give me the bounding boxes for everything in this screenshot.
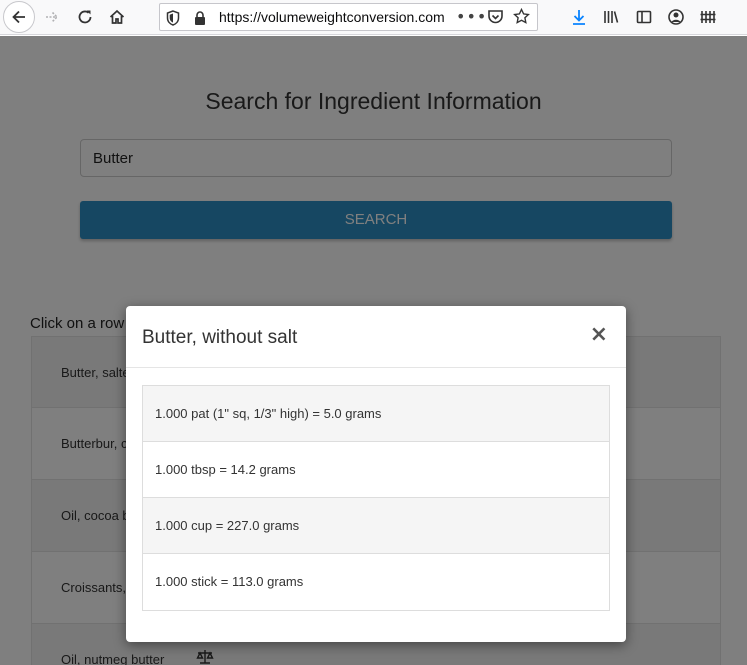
conversion-row: 1.000 cup = 227.0 grams	[143, 498, 609, 554]
url-bar[interactable]: https://volumeweightconversion.com •••	[159, 3, 538, 31]
page-actions-icon[interactable]: •••	[456, 7, 487, 26]
close-icon[interactable]: ×	[590, 324, 608, 346]
conversion-row: 1.000 tbsp = 14.2 grams	[143, 442, 609, 498]
bookmark-star-icon[interactable]	[513, 7, 530, 29]
pocket-icon[interactable]	[487, 9, 504, 29]
home-icon[interactable]	[103, 3, 131, 31]
lock-icon[interactable]	[193, 10, 207, 30]
conversion-modal: Butter, without salt × 1.000 pat (1" sq,…	[126, 306, 626, 642]
modal-title: Butter, without salt	[142, 327, 298, 348]
modal-header: Butter, without salt ×	[126, 306, 626, 368]
conversion-list: 1.000 pat (1" sq, 1/3" high) = 5.0 grams…	[142, 385, 610, 611]
forward-arrow-icon[interactable]	[38, 3, 66, 31]
reload-icon[interactable]	[71, 3, 99, 31]
library-icon[interactable]	[597, 3, 625, 31]
extension-icon[interactable]	[694, 3, 722, 31]
back-arrow-icon[interactable]	[3, 1, 35, 33]
download-icon[interactable]	[565, 3, 593, 31]
conversion-row: 1.000 pat (1" sq, 1/3" high) = 5.0 grams	[143, 386, 609, 442]
tracking-shield-icon[interactable]	[166, 10, 180, 30]
browser-toolbar: https://volumeweightconversion.com •••	[0, 0, 747, 35]
sidebar-icon[interactable]	[630, 3, 658, 31]
account-icon[interactable]	[662, 3, 690, 31]
url-text[interactable]: https://volumeweightconversion.com	[219, 9, 445, 25]
conversion-row: 1.000 stick = 113.0 grams	[155, 574, 304, 589]
